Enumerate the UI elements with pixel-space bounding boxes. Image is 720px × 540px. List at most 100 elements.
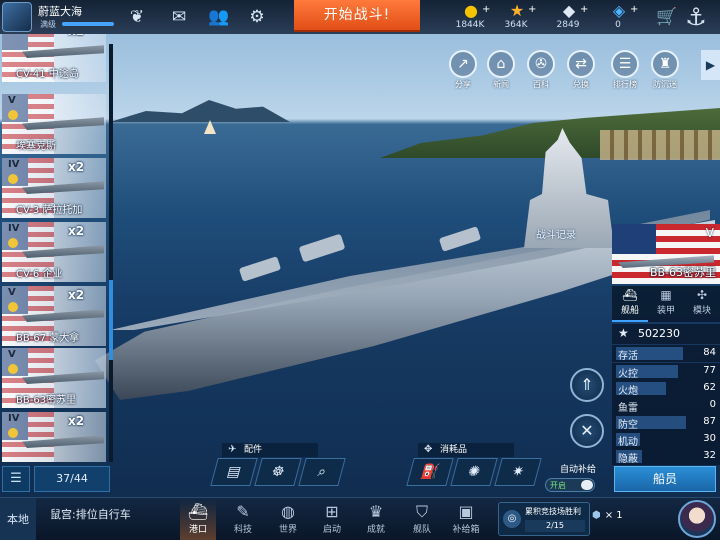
settings-icon[interactable]: ⚙ bbox=[246, 6, 268, 28]
tab-armor[interactable]: ▦ 装甲 bbox=[648, 286, 684, 322]
consumable-slot-1[interactable]: ⛽ bbox=[406, 458, 454, 486]
nav-label: 启动 bbox=[322, 525, 341, 535]
quick-leaderboard[interactable]: ☰ 排行榜 bbox=[608, 50, 642, 90]
part-slot-1[interactable]: ▤ bbox=[210, 458, 258, 486]
part-slot-2[interactable]: ☸ bbox=[254, 458, 302, 486]
ship-name: BB-63密苏里 bbox=[649, 266, 716, 279]
cart-icon[interactable]: 🛒 bbox=[656, 6, 678, 28]
resource-gem[interactable]: ◈ + 0 bbox=[588, 2, 648, 32]
friends-icon[interactable]: 👥 bbox=[208, 6, 230, 28]
toggle-state: 开启 bbox=[550, 481, 566, 490]
ship-card[interactable]: IV x2 CV-3 萨拉托加 bbox=[2, 158, 106, 218]
consumable-slot-3[interactable]: ✷ bbox=[494, 458, 542, 486]
ship-name: BB-63密苏里 bbox=[16, 395, 77, 406]
mail-icon[interactable]: ✉ bbox=[168, 6, 190, 28]
ship-card[interactable]: IV x2 CV-6 企业 bbox=[2, 222, 106, 282]
stat-label: 火炮 bbox=[618, 386, 638, 397]
auto-supply-label: 自动补给 bbox=[560, 465, 597, 475]
nav-label: 成就 bbox=[366, 525, 385, 535]
battle-record-label[interactable]: 战斗记录 bbox=[536, 226, 576, 241]
repair-tools-button[interactable]: ✕ bbox=[570, 414, 604, 448]
quick-share[interactable]: ↗ 分享 bbox=[446, 50, 480, 90]
tech-icon: ✎ bbox=[236, 502, 250, 521]
medal-icon bbox=[8, 364, 18, 374]
chat-channel[interactable]: 本地 bbox=[0, 498, 36, 540]
part-slot-3[interactable]: ⌕ bbox=[298, 458, 346, 486]
tab-module[interactable]: ✣ 模块 bbox=[684, 286, 720, 322]
quest-icon: ◎ bbox=[503, 510, 521, 528]
turret bbox=[298, 233, 346, 263]
ship-info-tabs: ⛴ 舰船 ▦ 装甲 ✣ 模块 bbox=[612, 286, 720, 322]
ship-count: x2 bbox=[68, 224, 85, 238]
ship-card[interactable]: IV x2 bbox=[2, 412, 106, 462]
fleet-icon: ⛉ bbox=[415, 502, 428, 521]
stat-row: 防空 87 bbox=[612, 414, 720, 431]
quick-exchange[interactable]: ⇄ 兑换 bbox=[564, 50, 598, 90]
ship-tier: V bbox=[705, 226, 714, 240]
ship-name: 埃塞克斯 bbox=[16, 141, 56, 152]
consumable-slot-2[interactable]: ✺ bbox=[450, 458, 498, 486]
nav-label: 科技 bbox=[233, 525, 252, 535]
plane-icon: ✈ bbox=[228, 444, 237, 455]
nav-launch[interactable]: ⊞ 启动 bbox=[314, 500, 350, 540]
ship-count-indicator: 37/44 bbox=[34, 466, 110, 492]
quick-news[interactable]: ⌂ 新闻 bbox=[484, 50, 518, 90]
top-bar: 蔚蓝大海 满级 ❦ ✉ 👥 ⚙ 开始战斗! ● + 1844K ★ + 364K… bbox=[0, 0, 720, 34]
list-scrollbar[interactable] bbox=[109, 44, 113, 462]
ship-icon: ⛴ bbox=[622, 288, 638, 302]
wings-icon[interactable]: ❦ bbox=[126, 6, 148, 28]
auto-supply-toggle[interactable]: 开启 bbox=[545, 478, 595, 492]
crew-button[interactable]: 船员 bbox=[614, 466, 716, 492]
tab-ship[interactable]: ⛴ 舰船 bbox=[612, 286, 648, 322]
ship-name: CV-3 萨拉托加 bbox=[16, 205, 83, 216]
player-avatar[interactable] bbox=[2, 2, 32, 32]
quick-anti-addiction[interactable]: ♜ 防沉迷 bbox=[648, 50, 682, 90]
player-level: 满级 bbox=[40, 20, 56, 29]
shore-buildings bbox=[600, 130, 720, 160]
anti-addiction-icon: ♜ bbox=[651, 50, 679, 78]
nav-fleet[interactable]: ⛉ 舰队 bbox=[404, 500, 440, 540]
nav-tech[interactable]: ✎ 科技 bbox=[225, 500, 261, 540]
start-battle-button[interactable]: 开始战斗! bbox=[294, 0, 420, 32]
ship-card[interactable]: V x2 BB-67 蒙大拿 bbox=[2, 286, 106, 346]
resource-star[interactable]: ★ + 364K bbox=[486, 2, 546, 32]
world-icon: ◍ bbox=[281, 502, 295, 521]
nav-supply-box[interactable]: ▣ 补给箱 bbox=[448, 500, 484, 540]
quest-tracker[interactable]: ◎ 累积竞技场胜利 2/15 bbox=[498, 502, 590, 536]
ship-tier: IV bbox=[8, 159, 20, 170]
quick-label: 排行榜 bbox=[613, 80, 637, 89]
scrollbar-thumb[interactable] bbox=[109, 280, 113, 360]
ship-card[interactable]: x2 CV-41 中途岛 bbox=[2, 34, 106, 82]
distant-island bbox=[110, 100, 290, 122]
medal-icon bbox=[8, 174, 18, 184]
ship-tier: IV bbox=[8, 413, 20, 424]
stat-value: 32 bbox=[703, 450, 716, 461]
quick-encyclopedia[interactable]: ✇ 百科 bbox=[524, 50, 558, 90]
upgrade-rank-button[interactable]: ⇑ bbox=[570, 368, 604, 402]
turret bbox=[238, 256, 282, 282]
supply-box-icon: ▣ bbox=[458, 502, 474, 521]
ship-card-selected[interactable]: V BB-63密苏里 bbox=[2, 348, 106, 408]
expand-arrow-icon[interactable]: ▶ bbox=[701, 50, 720, 80]
smoke-icon: ✷ bbox=[509, 464, 527, 480]
parts-title-text: 配件 bbox=[244, 445, 263, 455]
ship-tier: V bbox=[8, 287, 16, 298]
medal-icon bbox=[8, 238, 18, 248]
exp-bar bbox=[62, 22, 114, 26]
nav-achievement[interactable]: ♛ 成就 bbox=[358, 500, 394, 540]
nav-port[interactable]: ⛴ 港口 bbox=[180, 500, 216, 540]
ship-card[interactable]: V 埃塞克斯 bbox=[2, 94, 106, 154]
resource-value: 364K bbox=[504, 20, 528, 30]
nav-world[interactable]: ◍ 世界 bbox=[270, 500, 306, 540]
selected-ship-banner: V BB-63密苏里 bbox=[612, 224, 720, 284]
ship-name: CV-6 企业 bbox=[16, 269, 63, 280]
search-icon: ⌕ bbox=[315, 464, 329, 480]
stat-row: 存活 84 bbox=[612, 345, 720, 362]
consumables-group-title: ✥ 消耗品 bbox=[418, 443, 514, 457]
chat-message[interactable]: 鼠宫:排位自行车 bbox=[50, 506, 131, 522]
list-view-button[interactable]: ☰ bbox=[2, 466, 30, 492]
ship-list[interactable]: x2 CV-41 中途岛 V 埃塞克斯 IV x2 CV-3 萨拉托加 IV x… bbox=[0, 34, 110, 462]
nav-label: 舰队 bbox=[412, 525, 431, 535]
captain-avatar[interactable] bbox=[678, 500, 716, 538]
stat-label: 火控 bbox=[618, 369, 638, 380]
